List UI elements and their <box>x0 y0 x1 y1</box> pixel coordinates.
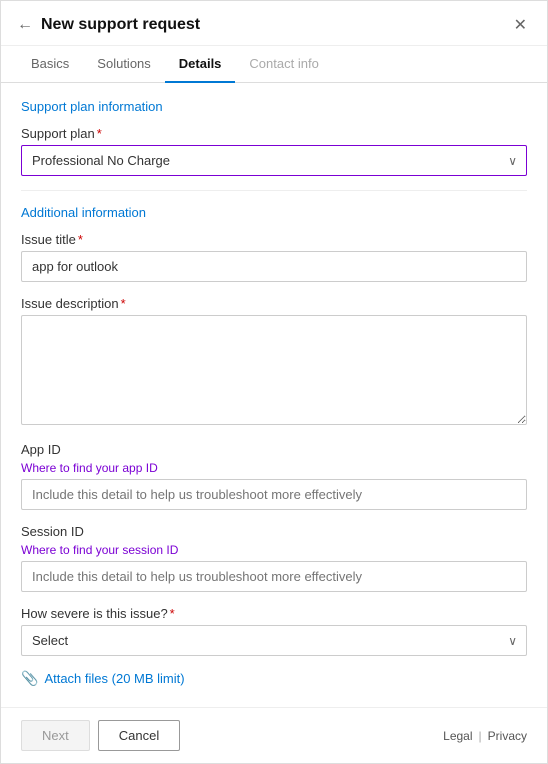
tab-basics[interactable]: Basics <box>17 46 83 83</box>
app-id-group: App ID Where to find your app ID <box>21 442 527 510</box>
support-request-window: ← New support request ✕ Basics Solutions… <box>0 0 548 764</box>
privacy-link[interactable]: Privacy <box>488 729 527 743</box>
severity-group: How severe is this issue?* Select Critic… <box>21 606 527 656</box>
app-id-link[interactable]: Where to find your app ID <box>21 461 527 475</box>
support-plan-label: Support plan* <box>21 126 527 141</box>
severity-select[interactable]: Select Critical High Moderate Low <box>21 625 527 656</box>
footer-separator: | <box>479 729 482 743</box>
close-button[interactable]: ✕ <box>510 13 531 37</box>
issue-description-input[interactable] <box>21 315 527 425</box>
section-divider <box>21 190 527 191</box>
content-area: Support plan information Support plan* P… <box>1 83 547 707</box>
footer-actions: Next Cancel <box>21 720 180 751</box>
tab-bar: Basics Solutions Details Contact info <box>1 46 547 83</box>
additional-info-section-title: Additional information <box>21 205 527 220</box>
attach-files-row: 📎 Attach files (20 MB limit) <box>21 670 527 687</box>
issue-description-label: Issue description* <box>21 296 527 311</box>
support-plan-section: Support plan information Support plan* P… <box>21 99 527 176</box>
tab-contact-info: Contact info <box>235 46 332 83</box>
severity-label: How severe is this issue?* <box>21 606 527 621</box>
issue-title-label: Issue title* <box>21 232 527 247</box>
tab-details[interactable]: Details <box>165 46 236 83</box>
footer: Next Cancel Legal | Privacy <box>1 707 547 763</box>
issue-title-group: Issue title* <box>21 232 527 282</box>
support-plan-section-title: Support plan information <box>21 99 527 114</box>
title-bar-left: ← New support request <box>17 16 200 34</box>
session-id-link[interactable]: Where to find your session ID <box>21 543 527 557</box>
issue-title-input[interactable] <box>21 251 527 282</box>
next-button[interactable]: Next <box>21 720 90 751</box>
back-icon[interactable]: ← <box>17 16 33 34</box>
title-bar: ← New support request ✕ <box>1 1 547 46</box>
legal-link[interactable]: Legal <box>443 729 472 743</box>
session-id-input[interactable] <box>21 561 527 592</box>
attach-files-link[interactable]: Attach files (20 MB limit) <box>44 671 184 686</box>
support-plan-select-wrapper: Professional No Charge Basic Standard Pr… <box>21 145 527 176</box>
support-plan-select[interactable]: Professional No Charge Basic Standard Pr… <box>21 145 527 176</box>
tab-solutions[interactable]: Solutions <box>83 46 164 83</box>
app-id-label: App ID <box>21 442 527 457</box>
severity-select-wrapper: Select Critical High Moderate Low ∨ <box>21 625 527 656</box>
app-id-input[interactable] <box>21 479 527 510</box>
session-id-group: Session ID Where to find your session ID <box>21 524 527 592</box>
paperclip-icon: 📎 <box>21 670 38 687</box>
session-id-label: Session ID <box>21 524 527 539</box>
page-title: New support request <box>41 16 200 34</box>
cancel-button[interactable]: Cancel <box>98 720 180 751</box>
footer-links: Legal | Privacy <box>443 729 527 743</box>
issue-description-group: Issue description* <box>21 296 527 428</box>
